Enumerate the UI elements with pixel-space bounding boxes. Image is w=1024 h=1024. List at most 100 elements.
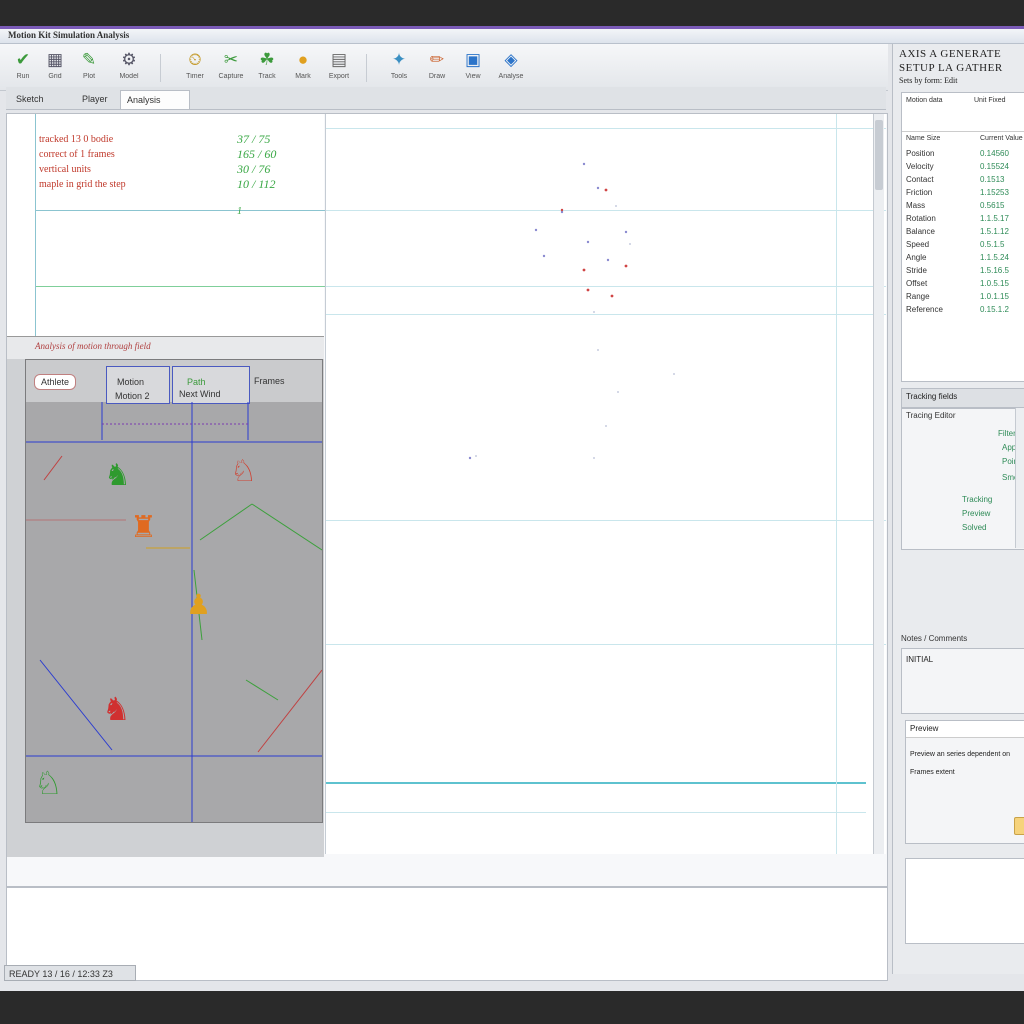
preview-line: Frames extent — [910, 769, 955, 776]
info-value: 10 / 112 — [237, 177, 276, 191]
preview-line: Preview an series dependent on — [910, 751, 1011, 758]
properties-panel: AXIS A GENERATE SETUP LA GATHER Sets by … — [892, 44, 1024, 974]
timer-icon: ⏲ — [188, 50, 202, 69]
confirm-button[interactable] — [1014, 817, 1024, 835]
events-list: Tracing Editor Filter Apply Points Smoot… — [901, 408, 1024, 550]
gridline — [35, 286, 325, 287]
event-item[interactable]: Tracking — [962, 495, 992, 504]
figure-icon: ♘ — [34, 765, 63, 801]
tab-analysis[interactable]: Analysis — [120, 90, 190, 109]
property-row[interactable]: Angle 1.1.5.24 — [906, 253, 1024, 266]
property-row[interactable]: Offset 1.0.5.15 — [906, 279, 1024, 292]
model-icon: ⚙ — [121, 50, 137, 69]
motion-overlay — [26, 402, 322, 822]
scene-field[interactable]: Athlete Motion Motion 2 Path Next Wind F… — [25, 359, 323, 823]
trajectory-points — [468, 162, 675, 460]
property-row[interactable]: Rotation 1.1.5.17 — [906, 214, 1024, 227]
properties-table: Motion data Unit Fixed Name Size Current… — [901, 92, 1024, 382]
divider — [902, 131, 1024, 132]
scene-panel: Analysis of motion through field Athlete… — [7, 336, 324, 857]
event-item[interactable]: Solved — [962, 523, 986, 532]
analyse-icon: ◈ — [504, 50, 518, 69]
app-window: Motion Kit Simulation Analysis ✔ Run ▦ Gri… — [0, 26, 1024, 991]
run-button[interactable]: ✔ Run — [6, 48, 40, 86]
scene-header: Analysis of motion through field — [7, 337, 324, 359]
scrollbar-thumb[interactable] — [875, 120, 883, 190]
figure-icon: ♘ — [230, 455, 257, 488]
scene-title: Analysis of motion through field — [35, 341, 151, 351]
mark-button[interactable]: ● Mark — [286, 48, 320, 86]
track-button[interactable]: ☘ Track — [250, 48, 284, 86]
property-row[interactable]: Reference 0.15.1.2 — [906, 305, 1024, 318]
notes-box[interactable]: INITIAL — [901, 648, 1024, 714]
property-row[interactable]: Stride 1.5.16.5 — [906, 266, 1024, 279]
draw-button[interactable]: ✏ Draw — [420, 48, 454, 86]
property-row[interactable]: Contact 0.1513 — [906, 175, 1024, 188]
property-row[interactable]: Friction 1.15253 — [906, 188, 1024, 201]
plot-button[interactable]: ✎ Plot — [72, 48, 106, 86]
view-tabs: Sketch Player Analysis — [6, 87, 886, 110]
model-button[interactable]: ⚙ Model — [112, 48, 146, 86]
events-scrollbar[interactable] — [1015, 408, 1024, 548]
trajectory-canvas[interactable] — [325, 114, 886, 854]
toolbar-separator — [160, 54, 161, 82]
notes-title: Notes / Comments — [901, 634, 968, 643]
property-row[interactable]: Mass 0.5615 — [906, 201, 1024, 214]
property-row[interactable]: Position 0.14560 — [906, 149, 1024, 162]
analyse-button[interactable]: ◈ Analyse — [494, 48, 528, 86]
event-item[interactable]: Filter — [998, 429, 1016, 438]
export-button[interactable]: ▤ Export — [322, 48, 356, 86]
gridline — [35, 114, 36, 336]
tools-icon: ✦ — [391, 50, 407, 69]
export-icon: ▤ — [330, 50, 348, 69]
panel-subtitle: SETUP LA GATHER — [899, 62, 1003, 74]
figure-icon: ♟ — [186, 589, 212, 620]
figure-icon: ♞ — [102, 691, 131, 727]
info-value: 30 / 76 — [237, 162, 271, 176]
events-title-bar: Tracking fields — [901, 388, 1024, 408]
info-label: vertical units — [39, 164, 91, 175]
info-value: 165 / 60 — [237, 147, 277, 161]
property-row[interactable]: Balance 1.5.1.12 — [906, 227, 1024, 240]
grid-icon: ▦ — [46, 50, 64, 69]
event-item[interactable]: Preview — [962, 509, 990, 518]
plot-icon: ✎ — [81, 50, 97, 69]
property-row[interactable]: Velocity 0.15524 — [906, 162, 1024, 175]
panel-title: AXIS A GENERATE — [899, 48, 1002, 60]
tab-player[interactable]: Player — [78, 90, 122, 108]
mark-icon: ● — [297, 50, 309, 69]
info-label: tracked 13 0 bodie — [39, 134, 114, 145]
toolbar-separator — [366, 54, 367, 82]
view-icon: ▣ — [464, 50, 482, 69]
view-button[interactable]: ▣ View — [456, 48, 490, 86]
gridline — [35, 210, 325, 211]
grid-button[interactable]: ▦ Grid — [38, 48, 72, 86]
figure-icon: ♜ — [130, 511, 157, 544]
track-icon: ☘ — [259, 50, 275, 69]
window-title: Motion Kit Simulation Analysis — [8, 30, 130, 40]
toolbar: ✔ Run ▦ Grid ✎ Plot ⚙ Model ⏲ Timer ✂ Capture … — [0, 44, 888, 91]
title-bar: Motion Kit Simulation Analysis — [0, 29, 1024, 44]
timer-button[interactable]: ⏲ Timer — [178, 48, 212, 86]
info-label: maple in grid the step — [39, 179, 126, 190]
info-value: 37 / 75 — [237, 132, 271, 146]
figure-icon: ♞ — [104, 459, 131, 492]
property-row[interactable]: Speed 0.5.1.5 — [906, 240, 1024, 253]
panel-caption: Sets by form: Edit — [899, 76, 958, 85]
property-row[interactable]: Range 1.0.1.15 — [906, 292, 1024, 305]
tools-button[interactable]: ✦ Tools — [382, 48, 416, 86]
capture-button[interactable]: ✂ Capture — [214, 48, 248, 86]
workspace: tracked 13 0 bodie 37 / 75 correct of 1 … — [6, 113, 888, 887]
info-label: correct of 1 frames — [39, 149, 115, 160]
extra-box — [905, 858, 1024, 944]
vertical-scrollbar[interactable] — [873, 114, 884, 854]
preview-box: Preview Preview an series dependent on F… — [905, 720, 1024, 844]
pen-icon: ✏ — [429, 50, 445, 69]
info-marker: 1 — [237, 206, 242, 217]
status-bar: READY 13 / 16 / 12:33 Z3 — [4, 965, 136, 981]
preview-title: Preview — [910, 724, 939, 733]
output-panel[interactable] — [6, 887, 888, 981]
tab-sketch[interactable]: Sketch — [10, 90, 76, 108]
capture-icon: ✂ — [223, 50, 239, 69]
info-panel: tracked 13 0 bodie 37 / 75 correct of 1 … — [7, 114, 325, 336]
